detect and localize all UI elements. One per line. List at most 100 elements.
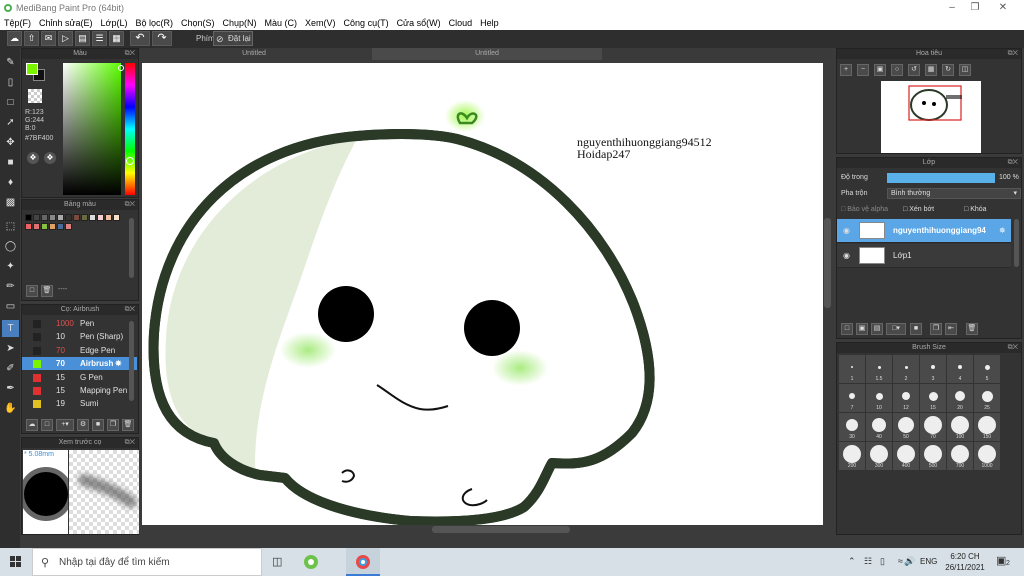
color-picker-cursor[interactable] <box>118 65 124 71</box>
menu-layer[interactable]: Lớp(L) <box>97 16 132 28</box>
palette-swatch[interactable] <box>73 214 80 221</box>
menu-view[interactable]: Xem(V) <box>301 16 340 28</box>
brush-size-option[interactable]: 700 <box>947 442 973 470</box>
document-tab[interactable]: Untitled <box>199 48 309 60</box>
palette-swatch[interactable] <box>113 214 120 221</box>
layer-settings-gear-icon[interactable]: ✵ <box>999 219 1006 243</box>
brush-size-option[interactable]: 100 <box>947 413 973 441</box>
brush-size-option[interactable]: 12 <box>893 384 919 412</box>
line-tool-icon[interactable]: ➚ <box>2 114 19 131</box>
zoom-in-icon[interactable]: + <box>840 64 852 76</box>
palette-swatch[interactable] <box>25 223 32 230</box>
rotate-left-icon[interactable]: ↺ <box>908 64 920 76</box>
brush-delete-icon[interactable]: 🗑 <box>122 419 134 431</box>
delete-layer-icon[interactable]: 🗑 <box>966 323 978 335</box>
brush-size-option[interactable]: 10 <box>866 384 892 412</box>
palette-swatch[interactable] <box>105 214 112 221</box>
palette-icon[interactable]: ❖ <box>27 152 39 164</box>
layer-scrollbar[interactable] <box>1014 219 1019 267</box>
taskbar-app-browser[interactable] <box>303 554 319 572</box>
palette-swatch[interactable] <box>81 214 88 221</box>
add-brush-icon[interactable]: +▾ <box>56 419 74 431</box>
palette-swatch[interactable] <box>57 223 64 230</box>
eraser-tool-icon[interactable]: ▯ <box>2 74 19 91</box>
task-view-icon[interactable]: ◫ <box>272 555 282 568</box>
menu-help[interactable]: Help <box>476 16 503 28</box>
language-indicator[interactable]: ENG <box>920 557 937 566</box>
new-palette-icon[interactable]: □ <box>26 285 38 297</box>
eye-icon[interactable]: ◉ <box>843 219 850 243</box>
document-tab-active[interactable]: Untitled <box>372 48 602 60</box>
brush-settings-gear-icon[interactable]: ✵ <box>115 357 122 370</box>
redo-button[interactable]: ↷ <box>152 31 172 46</box>
network-icon[interactable]: ☷ <box>864 556 872 567</box>
delete-palette-icon[interactable]: 🗑 <box>41 285 53 297</box>
merge-layer-icon[interactable]: ⇤ <box>945 323 957 335</box>
menu-file[interactable]: Tệp(F) <box>0 16 35 28</box>
layer-item[interactable]: ◉ nguyenthihuonggiang94 ✵ <box>837 219 1011 243</box>
new-layer-icon[interactable]: □ <box>841 323 853 335</box>
bucket-tool-icon[interactable]: ♦ <box>2 174 19 191</box>
upload-icon[interactable]: ⇧ <box>24 31 39 46</box>
brush-size-option[interactable]: 200 <box>839 442 865 470</box>
brush-item[interactable]: 70 Edge Pen <box>22 344 137 357</box>
palette-swatch[interactable] <box>49 223 56 230</box>
brush-size-option[interactable]: 40 <box>866 413 892 441</box>
foreground-color-swatch[interactable] <box>26 63 38 75</box>
fullscreen-icon[interactable]: ▦ <box>925 64 937 76</box>
list-icon[interactable]: ☰ <box>92 31 107 46</box>
panel-menu-icon[interactable]: ⧉✕ <box>125 49 135 59</box>
menu-window[interactable]: Cửa sổ(W) <box>393 16 445 28</box>
palette-swatch[interactable] <box>49 214 56 221</box>
fit-icon[interactable]: ▣ <box>874 64 886 76</box>
panel-menu-icon[interactable]: ⧉✕ <box>125 200 135 210</box>
saturation-value-picker[interactable] <box>63 63 121 195</box>
rectangle-tool-icon[interactable]: □ <box>2 94 19 111</box>
pen-tool-icon[interactable]: ✒ <box>2 380 19 397</box>
palette-swatch[interactable] <box>25 214 32 221</box>
comment-icon[interactable]: ✉ <box>41 31 56 46</box>
brush-folder-icon[interactable]: ■ <box>92 419 104 431</box>
brush-scrollbar[interactable] <box>129 321 134 401</box>
move-tool-icon[interactable]: ✥ <box>2 134 19 151</box>
volume-icon[interactable]: 🔊 <box>904 556 915 567</box>
flip-icon[interactable]: ◫ <box>959 64 971 76</box>
text-tool-icon[interactable]: T <box>2 320 19 337</box>
brush-size-option[interactable]: 400 <box>893 442 919 470</box>
brush-size-option[interactable]: 150 <box>974 413 1000 441</box>
fill-shape-tool-icon[interactable]: ■ <box>2 154 19 171</box>
zoom-out-icon[interactable]: − <box>857 64 869 76</box>
windows-start-icon[interactable] <box>10 556 22 570</box>
panel-menu-icon[interactable]: ⧉✕ <box>1008 49 1018 59</box>
reset-button[interactable]: ⊘ Đặt lại <box>213 31 253 46</box>
wifi-icon[interactable]: ≈ <box>898 556 903 566</box>
palette-swatch[interactable] <box>89 214 96 221</box>
select-eraser-tool-icon[interactable]: ▭ <box>2 298 19 315</box>
panel-menu-icon[interactable]: ⧉✕ <box>125 305 135 315</box>
new-halftone-layer-icon[interactable]: ▣ <box>856 323 868 335</box>
brush-tool-icon[interactable]: ✎ <box>2 54 19 71</box>
palette-swatch[interactable] <box>33 214 40 221</box>
blend-mode-select[interactable]: Bình thường ▾ <box>887 188 1021 199</box>
maximize-button[interactable]: ❐ <box>968 2 982 14</box>
brush-size-option[interactable]: 7 <box>839 384 865 412</box>
brush-size-option[interactable]: 25 <box>974 384 1000 412</box>
brush-size-option[interactable]: 20 <box>947 384 973 412</box>
color-wheel-icon[interactable]: ❖ <box>44 152 56 164</box>
lock-checkbox[interactable]: □ Khóa <box>964 206 987 213</box>
taskbar-search-input[interactable]: ⚲ Nhập tại đây để tìm kiếm <box>32 548 262 576</box>
transparent-color-swatch[interactable] <box>28 89 42 103</box>
layer-item[interactable]: ◉ Lớp1 <box>837 244 1011 268</box>
menu-tools[interactable]: Công cụ(T) <box>340 16 393 28</box>
select-pen-tool-icon[interactable]: ✏ <box>2 278 19 295</box>
cloud-icon[interactable]: ☁ <box>7 31 22 46</box>
hue-slider[interactable] <box>125 63 135 195</box>
canvas-horizontal-scrollbar[interactable] <box>432 526 570 533</box>
hand-tool-icon[interactable]: ✋ <box>2 400 19 417</box>
menu-snap[interactable]: Chụp(N) <box>219 16 261 28</box>
brush-size-option[interactable]: 15 <box>920 384 946 412</box>
brush-item[interactable]: 1000 Pen <box>22 317 137 330</box>
clock[interactable]: 6:20 CH 26/11/2021 <box>942 551 988 573</box>
brush-item[interactable]: 15 G Pen <box>22 371 137 384</box>
new-brush-icon[interactable]: □ <box>41 419 53 431</box>
